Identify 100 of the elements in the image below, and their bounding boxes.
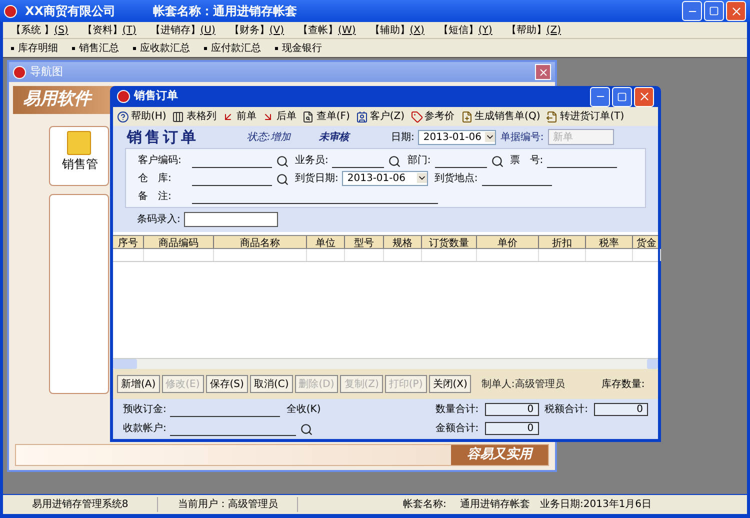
date-dropdown[interactable]: 2013-01-06	[342, 170, 428, 186]
column-header[interactable]: 单位	[307, 236, 345, 248]
menu-item[interactable]: 【资料】(T)	[82, 22, 136, 38]
total-field: 0	[484, 422, 539, 435]
toolbar-button[interactable]: 客户(Z)	[356, 109, 405, 124]
action-button[interactable]: 新增(A)	[117, 375, 160, 393]
status-text: 状态:增加	[247, 130, 292, 144]
menu-item[interactable]: 【辅助】(X)	[370, 22, 424, 38]
toolbar-button[interactable]: 后单	[262, 109, 296, 124]
close-button[interactable]	[535, 64, 551, 80]
menu-item[interactable]: 【短信】(Y)	[438, 22, 492, 38]
quick-link[interactable]: 应付款汇总	[211, 40, 261, 56]
caret-icon	[485, 132, 496, 142]
close-icon	[538, 66, 548, 78]
toolbar-button[interactable]: 前单	[222, 109, 256, 124]
column-header[interactable]: 货金	[633, 236, 658, 248]
quick-link[interactable]: 销售汇总	[79, 40, 119, 56]
toolbar-button[interactable]: 生成销售单(Q)	[460, 109, 540, 124]
window-title: 销售订单	[134, 88, 178, 104]
field-label: 仓 库:	[137, 172, 172, 186]
total-field: 0	[484, 403, 539, 416]
column-header[interactable]: 单价	[477, 236, 539, 248]
column-header[interactable]: 型号	[345, 236, 384, 248]
bullet-icon	[204, 46, 207, 50]
menu-item[interactable]: 【系统 】(S)	[11, 22, 68, 38]
menu-item[interactable]: 【查帐】(W)	[298, 22, 356, 38]
column-header[interactable]: 规格	[384, 236, 422, 248]
status-text: 通用进销存帐套	[460, 498, 531, 512]
form-heading: 销售订单	[127, 126, 200, 148]
app-logo-icon	[117, 90, 130, 103]
column-header[interactable]: 订货数量	[422, 236, 477, 248]
app-logo-icon	[13, 66, 26, 78]
table-columns-icon	[172, 110, 184, 122]
account-title: 帐套名称：通用进销存帐套	[153, 3, 297, 20]
horizontal-scrollbar[interactable]	[113, 358, 658, 369]
document-plus-icon	[460, 110, 473, 122]
field-label: 预收订金:	[123, 403, 166, 417]
search-icon[interactable]	[276, 154, 289, 168]
number-field[interactable]: 新单	[548, 129, 614, 145]
bullet-icon	[11, 46, 14, 50]
field-label: 备 注:	[137, 190, 172, 204]
maximize-button[interactable]	[612, 86, 632, 106]
search-icon[interactable]	[388, 154, 402, 168]
toolbar-button[interactable]: 查单(F)	[302, 109, 350, 124]
column-header[interactable]: 税率	[586, 236, 633, 248]
search-icon[interactable]	[300, 423, 314, 436]
module-card[interactable]: 销售管	[49, 126, 109, 186]
barcode-field[interactable]	[184, 212, 278, 227]
toolbar-button[interactable]: 表格列	[172, 109, 216, 124]
app-logo-icon	[4, 4, 17, 18]
quick-link[interactable]: 现金银行	[282, 40, 322, 56]
date-label: 日期:	[391, 130, 414, 144]
window-title: 导航图	[30, 64, 63, 80]
field-label: 票 号:	[510, 154, 544, 168]
status-text: 易用进销存管理系统8	[3, 497, 158, 512]
close-button[interactable]	[726, 1, 746, 21]
quick-link[interactable]: 库存明细	[18, 40, 58, 56]
bullet-icon	[275, 46, 278, 50]
field-label: 到货日期:	[295, 172, 338, 186]
bullet-icon	[72, 46, 75, 50]
minimize-button[interactable]	[682, 1, 702, 21]
status-text: 当前用户：高级管理员	[158, 497, 298, 512]
date-dropdown[interactable]: 2013-01-06	[418, 130, 496, 144]
menu-item[interactable]: 【帮助】(Z)	[506, 22, 561, 38]
field-label: 客户编码:	[137, 154, 182, 168]
toolbar-button[interactable]: 转进货订单(T)	[546, 109, 624, 124]
field-label: 收款帐户:	[123, 422, 166, 436]
audit-status: 未审核	[319, 130, 352, 144]
field-label: 业务员:	[295, 154, 328, 168]
column-header[interactable]: 商品名称	[214, 236, 307, 248]
field-label: 到货地点:	[434, 172, 478, 186]
maximize-icon	[617, 92, 627, 102]
window-title: XX商贸有限公司	[25, 3, 117, 20]
column-header[interactable]: 折扣	[539, 236, 586, 248]
total-label: 数量合计:	[435, 402, 479, 418]
maximize-button[interactable]	[704, 1, 724, 21]
number-label: 单据编号:	[500, 130, 544, 144]
close-icon	[638, 90, 650, 103]
action-button[interactable]: 保存(S)	[206, 375, 248, 393]
preparer-text: 制单人:高级管理员	[481, 378, 566, 392]
close-button[interactable]	[634, 86, 654, 106]
search-icon[interactable]	[490, 154, 504, 168]
toolbar-button[interactable]: 帮助(H)	[117, 109, 166, 124]
column-header[interactable]: 序号	[113, 236, 144, 248]
action-button[interactable]: 取消(C)	[250, 375, 293, 393]
total-label: 税额合计:	[544, 402, 588, 418]
quick-link[interactable]: 应收款汇总	[140, 40, 190, 56]
full-receive-button[interactable]: 全收(K)	[286, 402, 321, 417]
field-label: 部门:	[407, 154, 431, 168]
menu-item[interactable]: 【财务】(V)	[229, 22, 284, 38]
search-icon[interactable]	[276, 172, 289, 186]
slogan: 容易又实用	[451, 445, 548, 465]
bullet-icon	[133, 46, 136, 50]
minimize-button[interactable]	[590, 86, 610, 106]
document-search-icon	[302, 110, 314, 122]
column-header[interactable]: 商品编码	[144, 236, 214, 248]
action-button[interactable]: 关闭(X)	[428, 375, 472, 393]
toolbar-button[interactable]: 参考价	[410, 109, 455, 124]
menu-item[interactable]: 【进销存】(U)	[150, 22, 216, 38]
caret-icon	[417, 173, 428, 183]
